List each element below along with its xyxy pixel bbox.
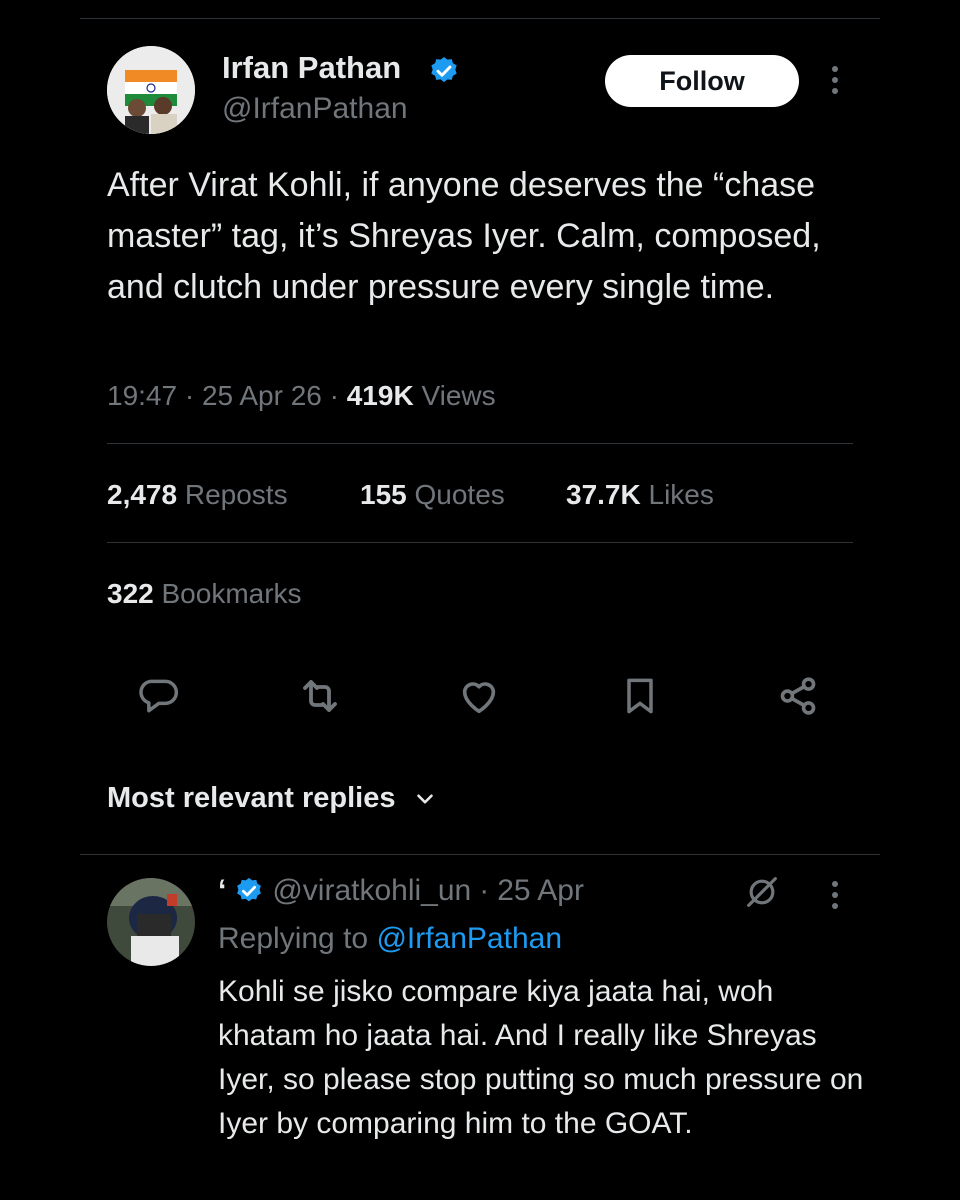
replying-to-prefix: Replying to [218,922,369,955]
reply-icon[interactable] [130,668,186,724]
quotes-label: Quotes [414,479,505,510]
reposts-stat[interactable]: 2,478 Reposts [107,479,288,511]
grok-icon[interactable] [742,872,782,917]
tweet-text: After Virat Kohli, if anyone deserves th… [107,166,821,306]
reply-handle[interactable]: @viratkohli_un [272,874,471,908]
replying-to-handle[interactable]: @IrfanPathan [376,922,562,955]
tweet-date[interactable]: 25 Apr 26 [202,380,322,411]
chevron-down-icon [416,793,433,804]
replies-sort-label: Most relevant replies [107,782,396,814]
replying-to: Replying to @IrfanPathan [218,922,562,956]
views-count: 419K [346,380,414,411]
author-avatar[interactable] [107,46,195,134]
meta-separator: · [329,380,339,411]
quotes-count: 155 [360,479,407,510]
bookmark-icon[interactable] [612,668,668,724]
replies-sort-dropdown[interactable]: Most relevant replies [107,782,438,815]
replies-divider [80,854,880,855]
author-handle[interactable]: @IrfanPathan [222,92,408,126]
reply-author-name[interactable]: ‘ [218,874,226,908]
reply-avatar[interactable] [107,878,195,966]
avatar-image [107,46,195,134]
repost-icon[interactable] [292,668,348,724]
bookmarks-label: Bookmarks [161,578,302,609]
avatar-image [107,878,195,966]
reply-more-options-icon[interactable] [830,881,840,909]
meta-separator: · [184,380,195,411]
stats-divider-top [107,443,853,444]
tweet-time[interactable]: 19:47 [107,380,177,411]
more-options-icon[interactable] [830,66,840,94]
reposts-label: Reposts [184,479,288,510]
like-icon[interactable] [451,668,507,724]
likes-stat[interactable]: 37.7K Likes [566,479,714,511]
bookmarks-count: 322 [107,578,154,609]
author-name[interactable]: Irfan Pathan [222,50,401,86]
bookmarks-stat[interactable]: 322 Bookmarks [107,578,302,610]
follow-button[interactable]: Follow [605,55,799,107]
reposts-count: 2,478 [107,479,178,510]
meta-separator: · [479,874,490,907]
reply-header: ‘ @viratkohli_un · 25 Apr [218,874,584,908]
stats-divider-mid [107,542,853,543]
views-label: Views [421,380,496,411]
share-icon[interactable] [770,668,826,724]
verified-badge-icon [428,55,460,92]
verified-badge-icon [234,876,264,906]
likes-count: 37.7K [566,479,641,510]
tweet-meta: 19:47 · 25 Apr 26 · 419K Views [107,380,496,412]
reply-text: Kohli se jisko compare kiya jaata hai, w… [218,975,864,1140]
reply-date[interactable]: 25 Apr [497,874,584,908]
likes-label: Likes [648,479,714,510]
quotes-stat[interactable]: 155 Quotes [360,479,505,511]
top-divider [80,18,880,19]
